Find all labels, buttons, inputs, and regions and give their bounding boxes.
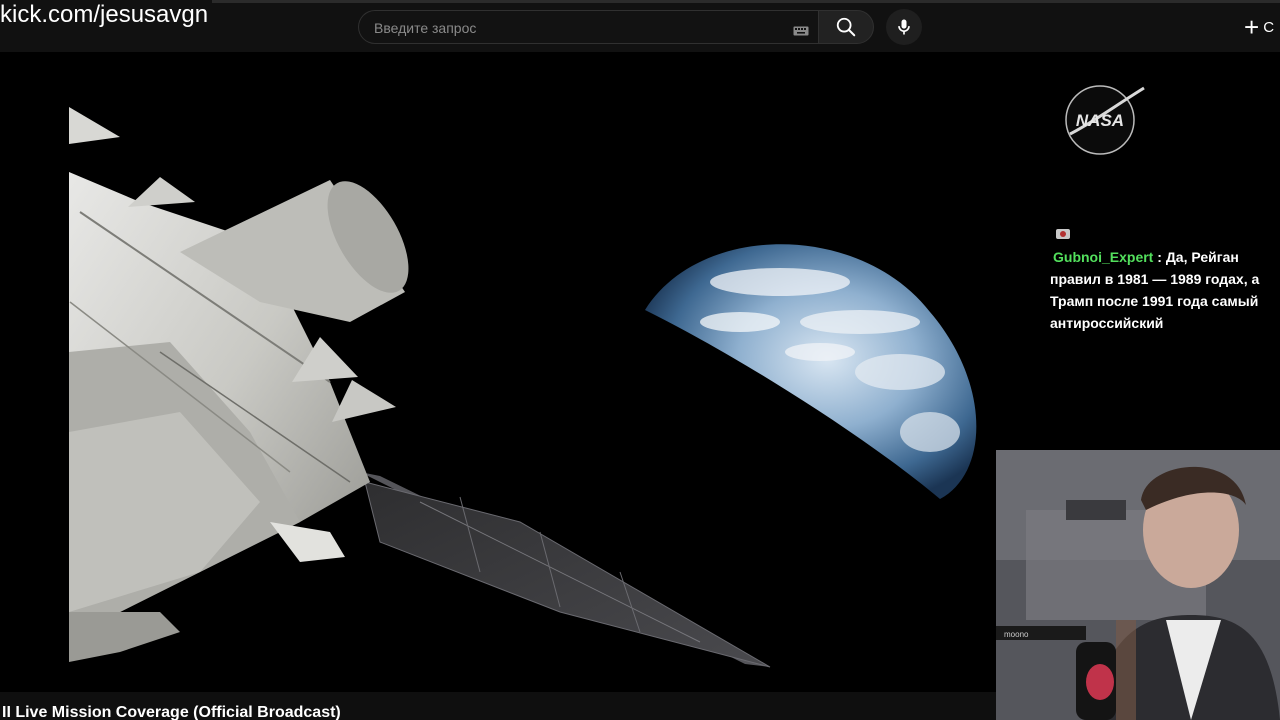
search-button[interactable] bbox=[818, 10, 874, 44]
screen: + С kick.com/jesusavgn bbox=[0, 0, 1280, 720]
chat-badge-icon bbox=[1055, 227, 1071, 239]
chat-username[interactable]: Gubnoi_Expert bbox=[1053, 249, 1153, 265]
stream-url-overlay: kick.com/jesusavgn bbox=[0, 0, 213, 30]
search-icon bbox=[836, 17, 856, 37]
webcam-overlay: moono bbox=[996, 450, 1280, 720]
video-title[interactable]: II Live Mission Coverage (Official Broad… bbox=[2, 703, 341, 720]
microphone-icon bbox=[898, 19, 910, 35]
chat-separator: : bbox=[1153, 249, 1166, 265]
chat-message: Gubnoi_Expert : Да, Рейган правил в 1981… bbox=[1050, 246, 1270, 334]
search-input[interactable] bbox=[372, 11, 786, 45]
video-frame bbox=[0, 52, 996, 692]
nasa-logo: NASA bbox=[1060, 84, 1146, 156]
plus-icon: + bbox=[1244, 12, 1260, 42]
voice-search-button[interactable] bbox=[886, 9, 922, 45]
keyboard-icon[interactable] bbox=[793, 23, 809, 36]
nasa-logo-text: NASA bbox=[1076, 111, 1124, 130]
mic-brand-label: moono bbox=[1004, 630, 1029, 639]
create-label: С bbox=[1263, 18, 1275, 36]
search-box[interactable] bbox=[358, 10, 818, 45]
video-player[interactable] bbox=[0, 52, 996, 692]
create-button[interactable]: + С bbox=[1244, 10, 1280, 44]
